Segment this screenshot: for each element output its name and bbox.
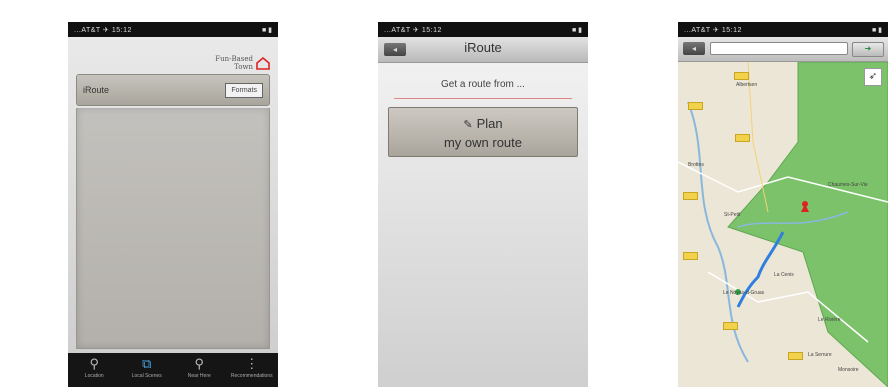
- search-input[interactable]: [710, 42, 848, 55]
- map-label: Chaumes-Sur-Vie: [828, 182, 868, 188]
- tab-label: Local Scenes: [131, 373, 162, 379]
- tab-bar: ⚲ Location ⧉ Local Scenes ⚲ Near Here ⋮ …: [68, 353, 278, 387]
- brand-line-1: Fun-Based: [215, 55, 253, 63]
- map-label: La Serrure: [808, 352, 832, 358]
- plan-line-1: Plan: [476, 116, 503, 131]
- locate-me-icon[interactable]: ➶: [864, 68, 882, 86]
- tab-local-scenes[interactable]: ⧉ Local Scenes: [125, 356, 169, 379]
- map-label: La Cenis: [774, 272, 794, 278]
- route-icon: ⧉: [142, 356, 152, 371]
- map-label: Monsoire: [838, 367, 859, 373]
- map-label: Le Noyau-d-Gruas: [723, 290, 765, 296]
- pen-icon: ✎: [463, 119, 473, 131]
- divider: [394, 98, 572, 99]
- map-label: St-Petit: [724, 212, 741, 218]
- back-button[interactable]: ◂: [683, 42, 705, 55]
- status-bar: ...AT&T ✈ 15:12 ■ ▮: [68, 22, 278, 37]
- nav-bar: ◂ iRoute: [378, 37, 588, 63]
- place-marker: [723, 322, 738, 330]
- status-bar: ...AT&T ✈ 15:12 ■ ▮: [678, 22, 888, 37]
- status-carrier: ...AT&T ✈ 15:12: [74, 26, 132, 34]
- map-view[interactable]: ➶ Albertsen St-Petit La Cenis Le Noyau-d…: [678, 62, 888, 387]
- content-panel: [76, 108, 270, 349]
- search-icon: ⚲: [194, 356, 205, 371]
- battery-icon: ■ ▮: [871, 26, 882, 34]
- map-label: Le Rivière: [818, 317, 841, 323]
- tab-label: Recommendations: [230, 373, 273, 379]
- tab-label: Near Here: [187, 373, 211, 379]
- iroute-label: iRoute: [83, 85, 110, 95]
- phone-screen-home: ...AT&T ✈ 15:12 ■ ▮ Fun-Based Town iRout…: [68, 22, 278, 387]
- map-label: Brottes: [688, 162, 704, 168]
- more-icon: ⋮: [245, 356, 259, 371]
- status-bar: ...AT&T ✈ 15:12 ■ ▮: [378, 22, 588, 37]
- plan-line-2: my own route: [443, 135, 523, 150]
- battery-icon: ■ ▮: [571, 26, 582, 34]
- place-marker: [683, 192, 698, 200]
- nav-bar: ◂ ➜: [678, 37, 888, 62]
- place-marker: [788, 352, 803, 360]
- brand-line-2: Town: [234, 63, 253, 71]
- status-carrier: ...AT&T ✈ 15:12: [684, 26, 742, 34]
- battery-icon: ■ ▮: [261, 26, 272, 34]
- iroute-menu-bar[interactable]: iRoute Formats: [76, 74, 270, 106]
- house-icon: [256, 56, 270, 70]
- place-marker: [734, 72, 749, 80]
- phone-screen-map: ...AT&T ✈ 15:12 ■ ▮ ◂ ➜ ➶ Albertsen St-P…: [678, 22, 888, 387]
- pin-icon: ⚲: [89, 356, 100, 371]
- map-graphic: [678, 62, 888, 387]
- place-marker: [683, 252, 698, 260]
- tab-near-here[interactable]: ⚲ Near Here: [177, 356, 221, 379]
- page-title: iRoute: [464, 40, 502, 55]
- plan-own-route-button[interactable]: ✎ Plan my own route: [388, 107, 578, 157]
- brand-logo: Fun-Based Town: [215, 55, 270, 71]
- route-hint: Get a route from ...: [441, 79, 525, 90]
- go-button[interactable]: ➜: [852, 42, 884, 57]
- tab-recommendations[interactable]: ⋮ Recommendations: [230, 356, 274, 379]
- status-carrier: ...AT&T ✈ 15:12: [384, 26, 442, 34]
- route-body: Get a route from ... ✎ Plan my own route: [378, 63, 588, 387]
- map-label: Albertsen: [736, 82, 758, 88]
- tab-location[interactable]: ⚲ Location: [72, 356, 116, 379]
- place-marker: [688, 102, 703, 110]
- place-marker: [735, 134, 750, 142]
- formats-button[interactable]: Formats: [225, 82, 263, 98]
- phone-screen-route-menu: ...AT&T ✈ 15:12 ■ ▮ ◂ iRoute Get a route…: [378, 22, 588, 387]
- tab-label: Location: [84, 373, 104, 379]
